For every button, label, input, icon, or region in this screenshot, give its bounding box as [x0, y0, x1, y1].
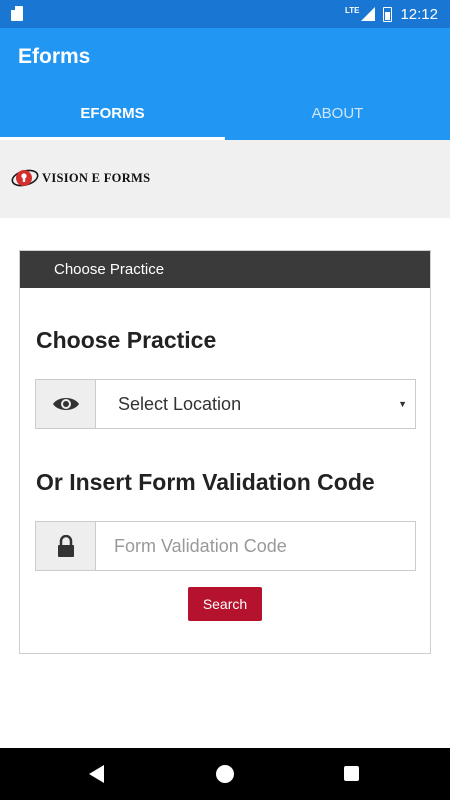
clock: 12:12 — [400, 5, 438, 23]
recent-apps-icon[interactable] — [344, 766, 359, 781]
eye-icon-addon — [36, 380, 96, 428]
choose-practice-card: Choose Practice Choose Practice Select L… — [19, 250, 431, 654]
tab-eforms[interactable]: EFORMS — [0, 87, 225, 140]
location-select[interactable]: Select Location ▼ — [35, 379, 416, 429]
network-type: LTE — [344, 5, 360, 15]
location-select-label: Select Location — [118, 394, 242, 414]
lock-icon — [57, 535, 74, 557]
sd-card-icon — [11, 6, 23, 21]
dropdown-caret-icon: ▼ — [398, 399, 407, 409]
lock-icon-addon — [36, 522, 96, 570]
logo-text: VISION E FORMS — [42, 170, 151, 185]
back-icon[interactable] — [89, 765, 104, 783]
battery-icon — [383, 6, 393, 22]
vision-eforms-logo: VISION E FORMS — [10, 166, 150, 190]
validation-code-field — [35, 521, 416, 571]
card-header: Choose Practice — [20, 251, 430, 288]
logo-banner: VISION E FORMS — [0, 140, 450, 218]
system-nav-bar — [0, 748, 450, 800]
location-select-value[interactable]: Select Location ▼ — [96, 380, 415, 428]
tab-bar: EFORMS ABOUT — [0, 87, 450, 140]
signal-icon — [361, 7, 376, 21]
choose-practice-heading: Choose Practice — [36, 327, 217, 353]
app-title: Eforms — [18, 45, 91, 68]
search-button[interactable]: Search — [188, 587, 262, 621]
app-bar: Eforms EFORMS ABOUT — [0, 28, 450, 140]
eye-icon — [52, 398, 79, 410]
validation-code-heading: Or Insert Form Validation Code — [36, 469, 375, 495]
tab-about[interactable]: ABOUT — [225, 87, 450, 140]
status-bar: LTE 12:12 — [0, 0, 450, 28]
logo-emblem-icon — [11, 169, 39, 187]
validation-code-input[interactable] — [96, 522, 415, 570]
home-icon[interactable] — [216, 765, 234, 783]
